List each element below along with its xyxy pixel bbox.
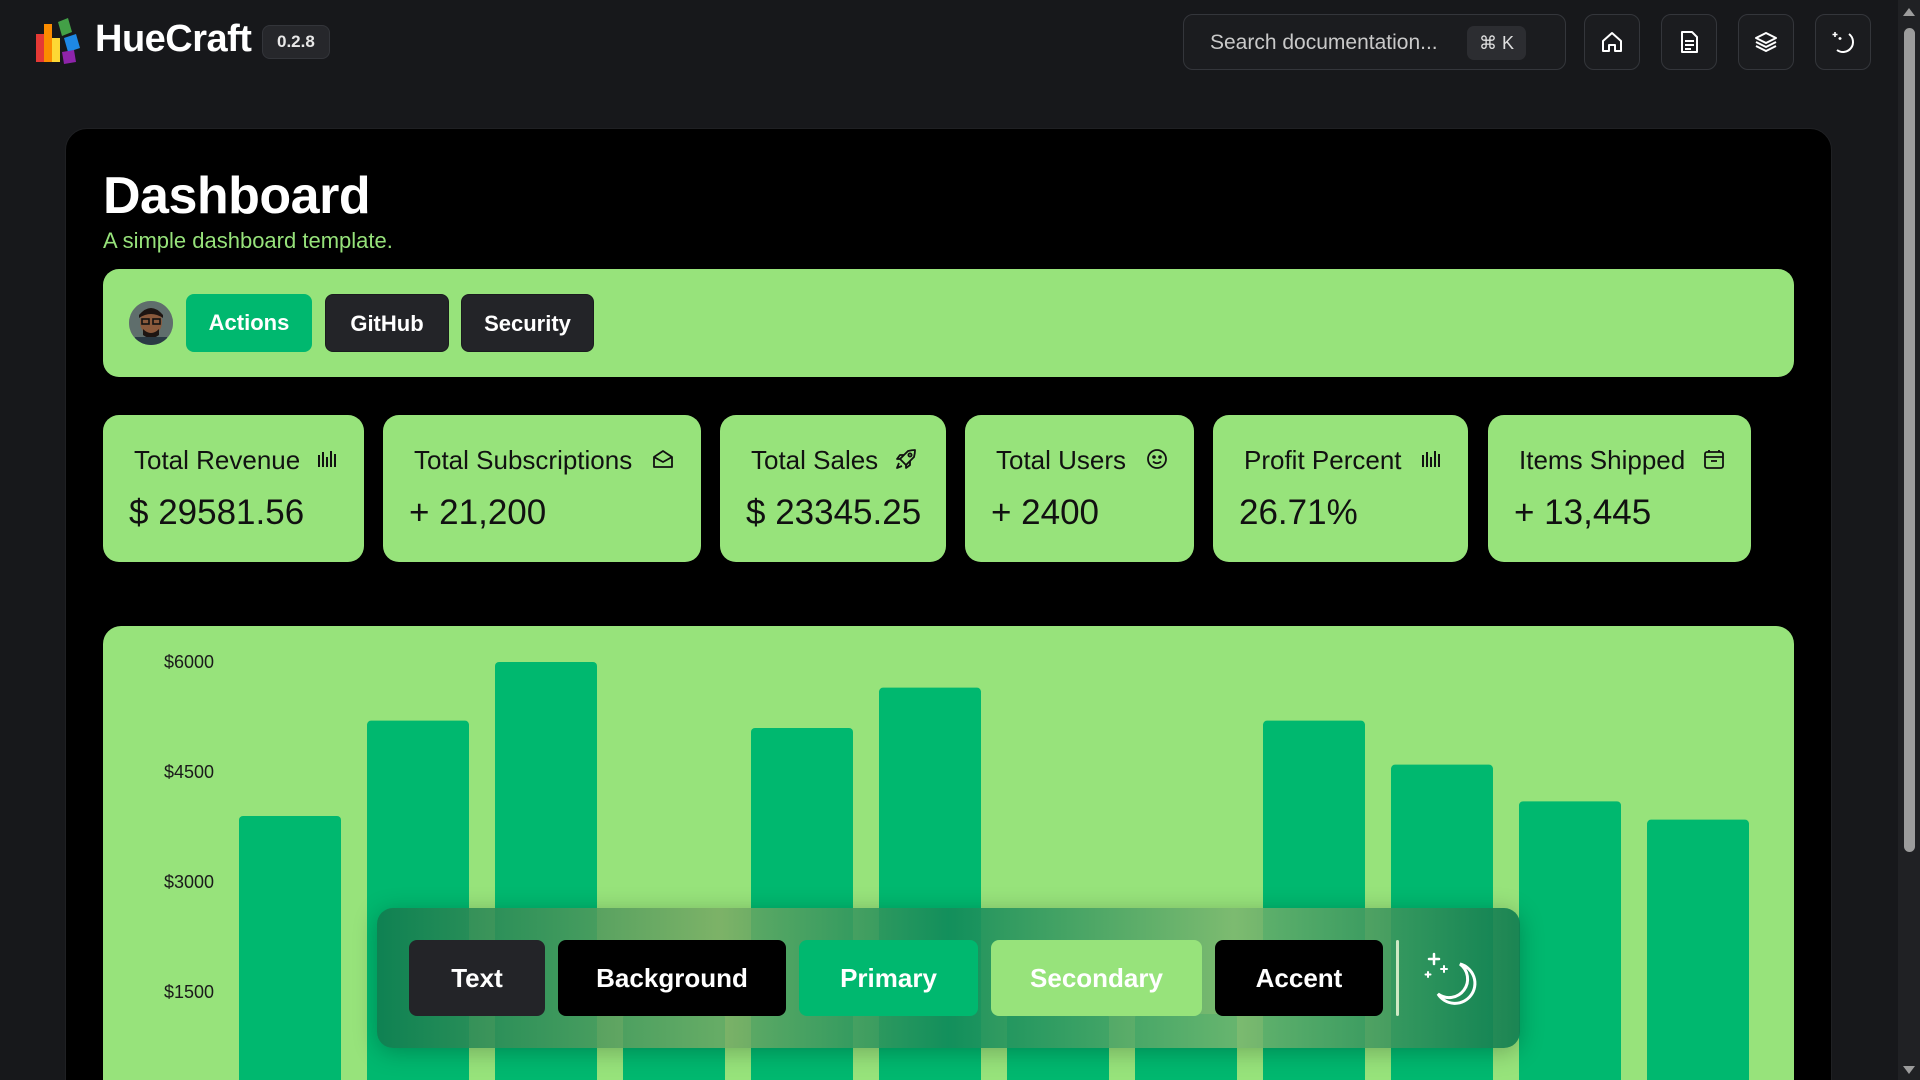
stat-value: 26.71% <box>1239 493 1358 532</box>
stat-card-total-sales: Total Sales $ 23345.25 <box>720 415 946 562</box>
layers-button[interactable] <box>1738 14 1794 70</box>
color-palette-toolbar: Text Background Primary Secondary Accent <box>377 908 1520 1048</box>
stat-value: $ 29581.56 <box>129 493 305 532</box>
stat-value: + 13,445 <box>1514 493 1652 532</box>
search-input[interactable]: Search documentation... ⌘ K <box>1183 14 1566 70</box>
theme-toggle-icon[interactable] <box>1420 948 1480 1008</box>
chart-bar[interactable] <box>1519 801 1621 1080</box>
security-button[interactable]: Security <box>461 294 594 352</box>
avatar-image <box>129 301 173 345</box>
rocket-icon <box>896 449 916 469</box>
palette-secondary-button[interactable]: Secondary <box>991 940 1202 1016</box>
stat-card-total-subscriptions: Total Subscriptions + 21,200 <box>383 415 701 562</box>
stat-value: + 2400 <box>991 493 1100 532</box>
stat-card-profit-percent: Profit Percent 26.71% <box>1213 415 1468 562</box>
bar-chart-icon <box>318 451 336 467</box>
scroll-down-arrow-icon[interactable] <box>1903 1066 1915 1074</box>
palette-text-button[interactable]: Text <box>409 940 545 1016</box>
y-tick-label: $4500 <box>164 762 214 782</box>
page-title: Dashboard <box>103 167 371 225</box>
scrollbar-thumb[interactable] <box>1904 28 1915 852</box>
document-icon <box>1681 31 1698 53</box>
chart-bar[interactable] <box>1647 819 1749 1080</box>
version-badge: 0.2.8 <box>262 25 330 59</box>
github-button[interactable]: GitHub <box>325 294 449 352</box>
home-icon <box>1602 32 1622 52</box>
stat-value: + 21,200 <box>409 493 547 532</box>
theme-toggle-icon <box>1832 32 1854 53</box>
chart-bar[interactable] <box>239 816 341 1080</box>
palette-accent-button[interactable]: Accent <box>1215 940 1383 1016</box>
actions-button[interactable]: Actions <box>186 294 312 352</box>
palette-primary-button[interactable]: Primary <box>799 940 978 1016</box>
stat-title: Total Revenue <box>134 445 301 475</box>
scroll-up-arrow-icon[interactable] <box>1903 8 1915 16</box>
top-bar: HueCraft 0.2.8 Search documentation... ⌘… <box>0 0 1898 84</box>
search-placeholder: Search documentation... <box>1210 31 1438 54</box>
y-tick-label: $1500 <box>164 982 214 1002</box>
stat-value: $ 23345.25 <box>746 493 922 532</box>
stat-title: Items Shipped <box>1519 445 1686 475</box>
docs-button[interactable] <box>1661 14 1717 70</box>
smile-icon <box>1147 449 1167 469</box>
stat-card-total-users: Total Users + 2400 <box>965 415 1194 562</box>
mail-icon <box>653 450 673 468</box>
brand-name[interactable]: HueCraft <box>95 18 252 61</box>
stat-title: Total Sales <box>751 445 879 475</box>
package-icon <box>1704 450 1724 469</box>
search-shortcut-badge: ⌘ K <box>1467 26 1527 60</box>
avatar[interactable] <box>129 301 173 345</box>
y-tick-label: $6000 <box>164 652 214 672</box>
action-bar: Actions GitHub Security <box>103 269 1794 377</box>
stat-card-total-revenue: Total Revenue $ 29581.56 <box>103 415 364 562</box>
stat-title: Profit Percent <box>1244 445 1402 475</box>
theme-toggle-button[interactable] <box>1815 14 1871 70</box>
home-button[interactable] <box>1584 14 1640 70</box>
huecraft-logo-icon[interactable] <box>34 18 80 64</box>
page-subtitle: A simple dashboard template. <box>103 228 393 253</box>
stat-card-items-shipped: Items Shipped + 13,445 <box>1488 415 1751 562</box>
layers-icon <box>1755 32 1777 52</box>
palette-background-button[interactable]: Background <box>558 940 786 1016</box>
bar-chart-icon <box>1422 451 1440 467</box>
y-tick-label: $3000 <box>164 872 214 892</box>
stat-title: Total Users <box>996 445 1127 475</box>
palette-divider <box>1396 940 1399 1016</box>
stat-title: Total Subscriptions <box>414 445 633 475</box>
page-scrollbar[interactable] <box>1898 0 1920 1080</box>
